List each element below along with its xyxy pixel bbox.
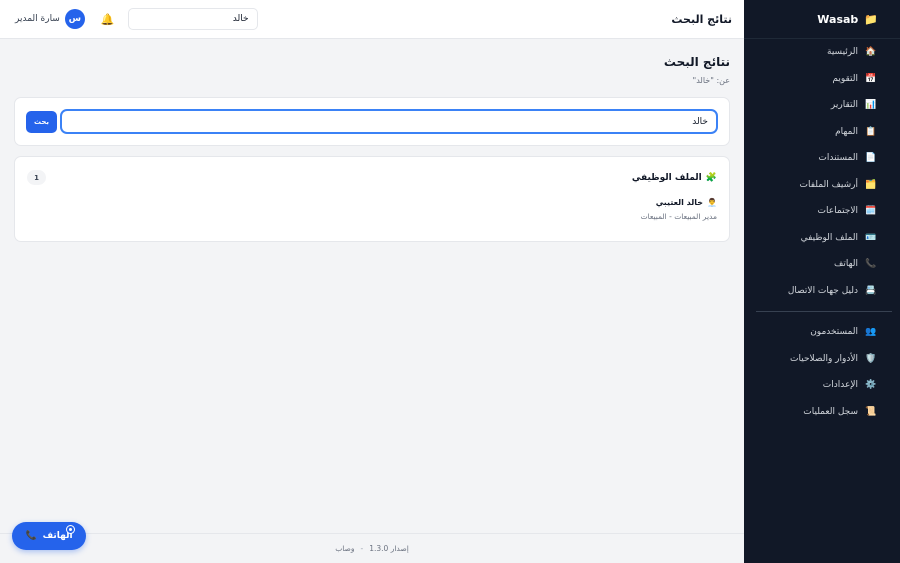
list-item[interactable]: 👨‍💼 خالد العتيبي مدير المبيعات - المبيعا… [27, 198, 717, 221]
sidebar-item-calendar[interactable]: 📅 التقويم [744, 66, 900, 93]
results-section-header: 🧩 الملف الوظيفي 1 [27, 170, 717, 185]
sidebar-item-label: المهام [835, 126, 858, 137]
notification-dot [67, 526, 74, 533]
result-name-text[interactable]: خالد العتيبي [656, 198, 703, 207]
topbar-tools: سارة المدير س 🔔 [15, 8, 258, 30]
sidebar-item-label: الأدوار والصلاحيات [790, 353, 858, 364]
sidebar-item-employee-profile[interactable]: 🪪 الملف الوظيفي [744, 225, 900, 252]
puzzle-icon: 🧩 [705, 172, 717, 183]
page-content: نتائج البحث عن: "خالد" بحث 🧩 الملف الوظي… [0, 39, 744, 533]
footer: إصدار 1.3.0 - وصاب [0, 533, 744, 563]
folder-icon: 📁 [864, 12, 878, 26]
sidebar: 📁 Wasab 🏠 الرئيسية 📅 التقويم 📊 التقارير 📋 ال… [744, 0, 900, 563]
sidebar-item-label: التقارير [830, 100, 858, 111]
home-icon: 🏠 [865, 47, 877, 58]
sidebar-item-label: التقويم [832, 73, 858, 84]
sidebar-item-roles[interactable]: 🛡️ الأدوار والصلاحيات [744, 346, 900, 373]
bell-icon[interactable]: 🔔 [101, 13, 115, 26]
result-name: 👨‍💼 خالد العتيبي [27, 198, 717, 207]
card-index-dividers-icon: 🗂️ [865, 179, 877, 190]
sidebar-item-label: دليل جهات الاتصال [787, 285, 858, 296]
calendar-icon: 📅 [865, 73, 877, 84]
sidebar-item-documents[interactable]: 📄 المستندات [744, 145, 900, 172]
app-shell: 📁 Wasab 🏠 الرئيسية 📅 التقويم 📊 التقارير 📋 ال… [0, 0, 900, 563]
results-card: 🧩 الملف الوظيفي 1 👨‍💼 خالد العتيبي مدير … [14, 156, 730, 242]
global-search-input[interactable] [127, 8, 258, 30]
avatar: س [64, 9, 85, 29]
sidebar-item-contacts[interactable]: 📇 دليل جهات الاتصال [744, 278, 900, 305]
sidebar-item-tasks[interactable]: 📋 المهام [744, 119, 900, 146]
result-meta: مدير المبيعات - المبيعات [640, 212, 717, 221]
results-count-badge: 1 [27, 170, 46, 185]
sidebar-item-label: الهاتف [834, 259, 858, 270]
sidebar-item-label: الرئيسية [827, 47, 858, 58]
sidebar-item-label: الملف الوظيفي [800, 232, 858, 243]
user-name: سارة المدير [15, 14, 60, 24]
sidebar-item-reports[interactable]: 📊 التقارير [744, 92, 900, 119]
sidebar-item-file-archive[interactable]: 🗂️ أرشيف الملفات [744, 172, 900, 199]
phone-icon: 📞 [865, 259, 877, 270]
sidebar-item-settings[interactable]: ⚙️ الإعدادات [744, 372, 900, 399]
main-area: نتائج البحث سارة المدير س 🔔 نتائج البحث … [0, 0, 744, 563]
sidebar-nav-primary: 🏠 الرئيسية 📅 التقويم 📊 التقارير 📋 المهام 📄 ال… [744, 39, 900, 304]
footer-name: وصاب [335, 544, 355, 553]
topbar: نتائج البحث سارة المدير س 🔔 [0, 0, 744, 39]
page-title: نتائج البحث [663, 55, 730, 69]
clipboard-icon: 📋 [865, 126, 877, 137]
person-icon: 👨‍💼 [707, 198, 717, 207]
phone-icon: 📞 [25, 531, 37, 541]
sidebar-item-label: المستخدمون [810, 327, 858, 338]
search-input[interactable] [60, 109, 718, 134]
id-card-icon: 🪪 [865, 232, 877, 243]
section-title-text: الملف الوظيفي [631, 172, 702, 183]
brand-name: Wasab [817, 12, 859, 26]
user-menu[interactable]: سارة المدير س [15, 9, 85, 29]
sidebar-item-users[interactable]: 👥 المستخدمون [744, 319, 900, 346]
sidebar-item-label: المستندات [818, 153, 858, 164]
shield-icon: 🛡️ [865, 353, 877, 364]
sidebar-item-phone[interactable]: 📞 الهاتف [744, 251, 900, 278]
gear-icon: ⚙️ [865, 380, 877, 391]
brand[interactable]: 📁 Wasab [744, 0, 900, 39]
spiral-calendar-icon: 🗓️ [865, 206, 877, 217]
sidebar-item-label: أرشيف الملفات [799, 179, 858, 190]
sidebar-item-label: سجل العمليات [803, 406, 858, 417]
topbar-title: نتائج البحث [671, 12, 732, 26]
scroll-icon: 📜 [865, 406, 877, 417]
search-card: بحث [14, 97, 730, 146]
sidebar-item-meetings[interactable]: 🗓️ الاجتماعات [744, 198, 900, 225]
sidebar-nav-admin: 👥 المستخدمون 🛡️ الأدوار والصلاحيات ⚙️ الإعد… [744, 319, 900, 425]
phone-fab-button[interactable]: الهاتف 📞 [12, 522, 86, 550]
page-subtitle: عن: "خالد" [692, 76, 730, 85]
sidebar-item-label: الإعدادات [822, 380, 858, 391]
bar-chart-icon: 📊 [865, 100, 877, 111]
search-button[interactable]: بحث [26, 110, 57, 133]
sidebar-item-audit-log[interactable]: 📜 سجل العمليات [744, 399, 900, 426]
sidebar-item-label: الاجتماعات [817, 206, 858, 217]
footer-separator: - [360, 544, 364, 553]
results-section-title: 🧩 الملف الوظيفي [632, 173, 717, 183]
users-icon: 👥 [865, 327, 877, 338]
document-icon: 📄 [865, 153, 877, 164]
sidebar-divider [756, 311, 892, 312]
footer-version: إصدار 1.3.0 [369, 544, 409, 553]
card-index-icon: 📇 [865, 285, 877, 296]
sidebar-item-home[interactable]: 🏠 الرئيسية [744, 39, 900, 66]
